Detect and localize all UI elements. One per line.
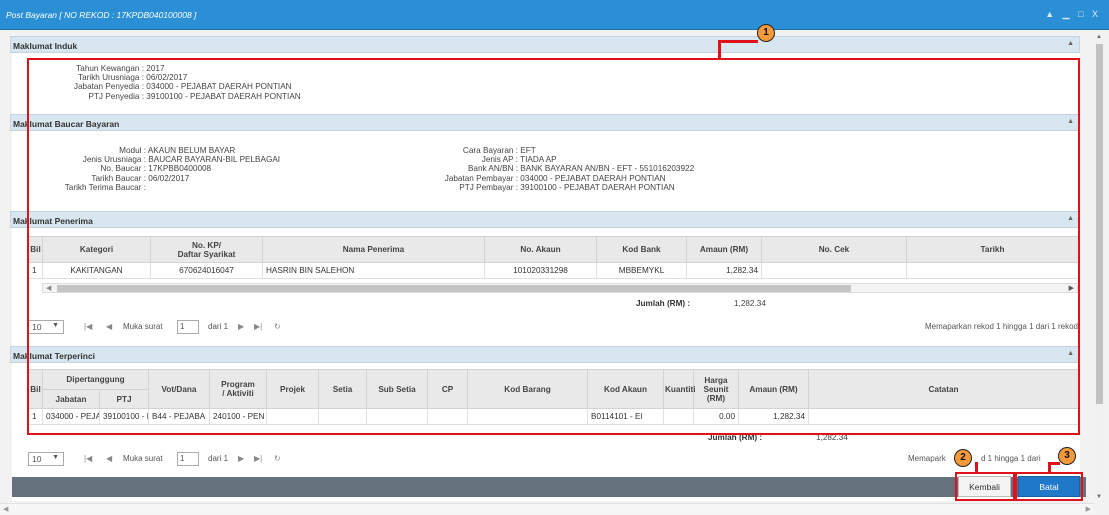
callout-line-1b [718, 40, 758, 43]
scroll-thumb[interactable] [1096, 44, 1103, 404]
pager-info-end: d 1 hingga 1 dari [981, 454, 1041, 463]
callout-line-2 [975, 462, 978, 474]
callout-number-1: 1 [757, 24, 775, 42]
window-hscrollbar[interactable]: ◀ ▶ [0, 503, 1094, 514]
callout-line-3b [1048, 462, 1060, 465]
window-controls[interactable]: ▲ ▁ □ X [1045, 9, 1101, 20]
vertical-scrollbar[interactable]: ▲ ▼ [1094, 34, 1105, 500]
page-number-input[interactable]: 1 [177, 452, 199, 466]
muka-surat-label: Muka surat [123, 454, 163, 463]
scroll-down-icon[interactable]: ▼ [1096, 494, 1102, 500]
scroll-right-icon[interactable]: ▶ [1086, 505, 1091, 513]
chevron-down-icon: ▼ [52, 454, 59, 461]
callout-box-1 [27, 58, 1080, 435]
scroll-up-icon[interactable]: ▲ [1096, 34, 1102, 40]
refresh-icon[interactable]: ↻ [274, 454, 281, 463]
footer-bar [12, 477, 1086, 497]
callout-box-3 [1015, 472, 1083, 501]
scroll-left-icon[interactable]: ◀ [3, 505, 8, 513]
page-size-select[interactable]: 10 ▼ [28, 452, 64, 466]
first-page-icon[interactable]: |◀ [84, 454, 92, 463]
collapse-icon[interactable]: ▲ [1067, 40, 1074, 47]
section-title: Maklumat Induk [13, 41, 78, 51]
section-header-induk[interactable]: Maklumat Induk ▲ [10, 36, 1080, 53]
last-page-icon[interactable]: ▶| [254, 454, 262, 463]
next-page-icon[interactable]: ▶ [238, 454, 244, 463]
terperinci-pager: 10 ▼ |◀ ◀ Muka surat 1 dari 1 ▶ ▶| ↻ Mema… [28, 452, 1078, 468]
page-total-label: dari 1 [208, 454, 229, 463]
callout-line-1 [718, 40, 721, 60]
callout-box-2 [955, 472, 1015, 501]
window-title: Post Bayaran [ NO REKOD : 17KPDB04010000… [6, 10, 197, 20]
callout-number-3: 3 [1058, 447, 1076, 465]
callout-number-2: 2 [954, 449, 972, 467]
pager-info-start: Memapark [908, 454, 946, 463]
window-titlebar: Post Bayaran [ NO REKOD : 17KPDB04010000… [0, 0, 1109, 30]
prev-page-icon[interactable]: ◀ [106, 454, 112, 463]
